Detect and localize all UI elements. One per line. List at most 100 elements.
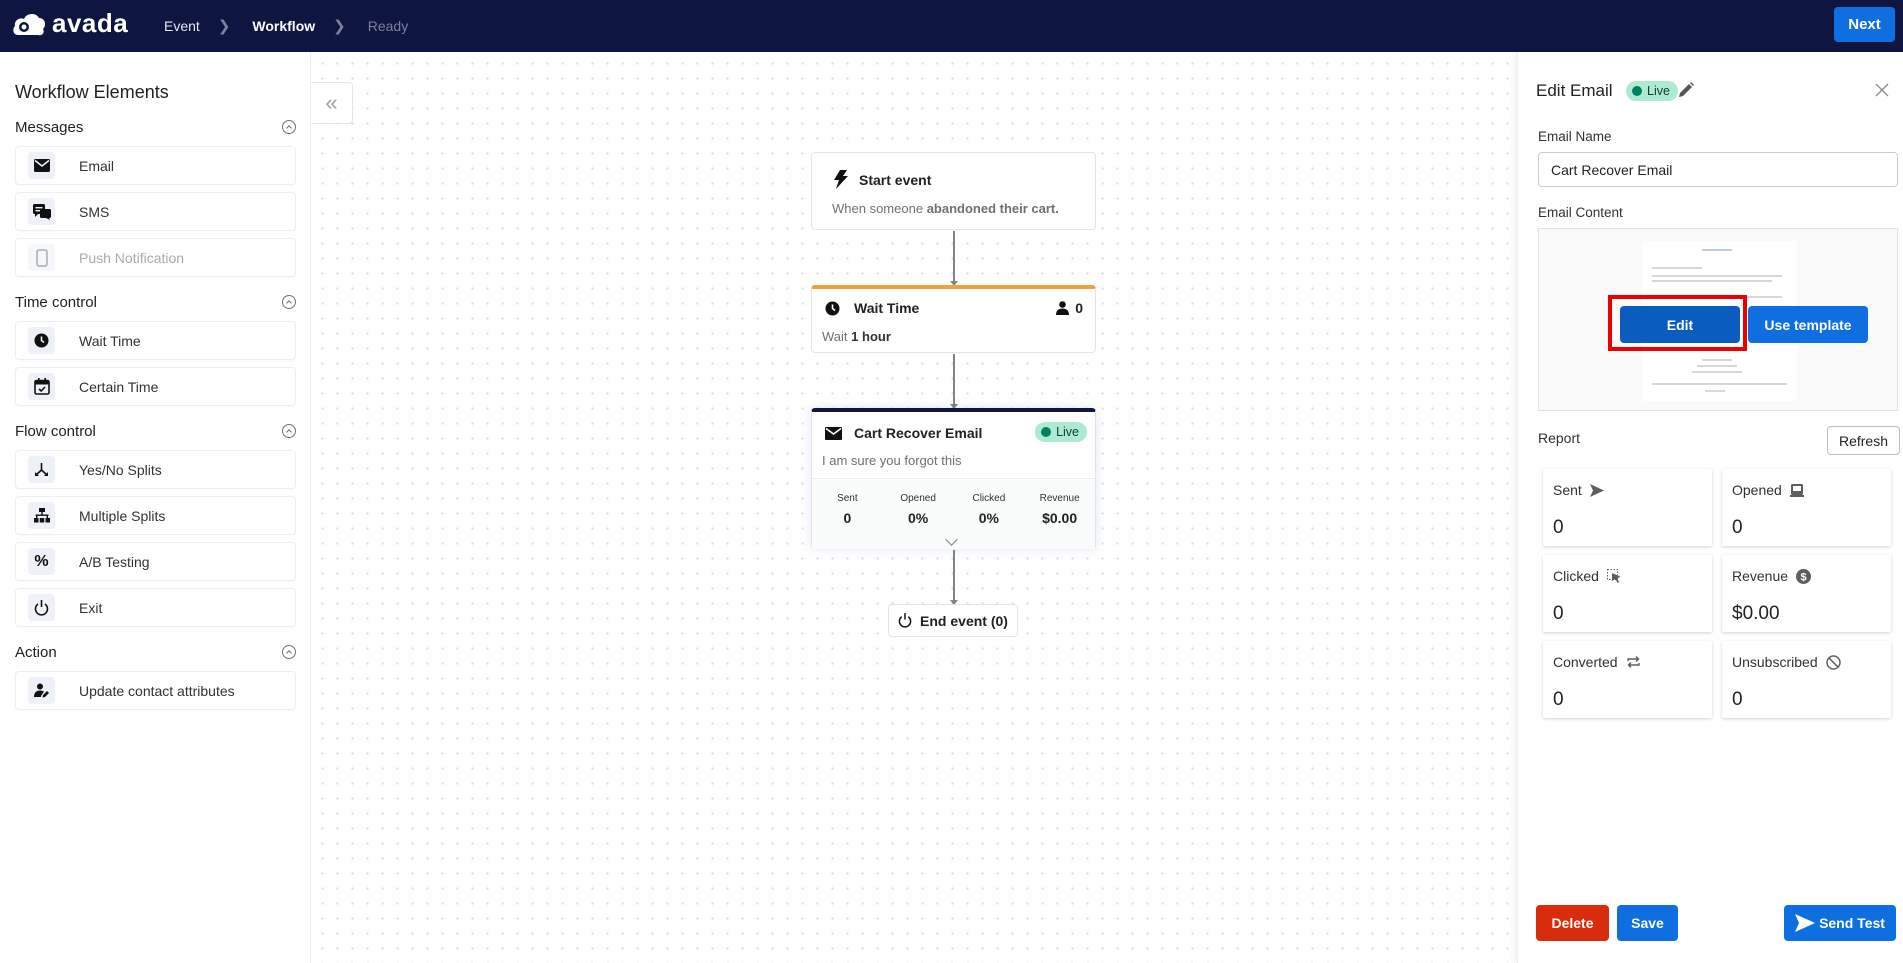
report-cards: Sent 0 Opened 0 Clicked 0 Revenue $ $0.0… [1543, 469, 1900, 718]
collapse-section-icon[interactable] [282, 645, 296, 659]
report-label: Report [1538, 430, 1581, 446]
sidebar-item-sms[interactable]: SMS [15, 192, 296, 231]
use-template-button[interactable]: Use template [1748, 306, 1868, 343]
stat-sent: Sent 0 [837, 493, 858, 526]
close-icon[interactable] [1875, 83, 1889, 97]
section-time-control: Time control Wait Time Certain Time [15, 290, 296, 406]
edit-email-panel: Edit Email Live Email Name Email Content… [1517, 52, 1903, 963]
sidebar-item-update-contact-attributes[interactable]: Update contact attributes [15, 671, 296, 710]
avada-logo-icon [13, 13, 46, 35]
power-icon [898, 613, 912, 628]
wait-time-node[interactable]: Wait Time 0 Wait 1 hour [811, 285, 1096, 353]
mobile-icon [28, 244, 55, 271]
email-content-label: Email Content [1538, 205, 1623, 220]
workflow-elements-sidebar: Workflow Elements Messages Email SMS Pus… [0, 52, 311, 963]
section-flow-control: Flow control Yes/No Splits Multiple Spli… [15, 419, 296, 627]
status-badge: Live [1626, 81, 1678, 101]
send-icon [1589, 483, 1604, 497]
email-name-label: Email Name [1538, 129, 1612, 144]
split-icon [28, 456, 55, 483]
section-title: Time control [15, 293, 97, 311]
sidebar-item-ab-testing[interactable]: % A/B Testing [15, 542, 296, 581]
double-chevron-left-icon: « [325, 90, 338, 115]
brand-logo[interactable]: avada [12, 8, 128, 39]
ban-icon [1825, 654, 1841, 670]
email-name-input[interactable] [1538, 152, 1898, 187]
breadcrumb-event[interactable]: Event [164, 18, 200, 34]
section-title: Flow control [15, 422, 96, 440]
delete-button[interactable]: Delete [1536, 905, 1609, 941]
report-card-revenue: Revenue $ $0.00 [1722, 555, 1891, 632]
next-button[interactable]: Next [1834, 7, 1895, 42]
breadcrumb-ready: Ready [367, 18, 409, 34]
dollar-circle-icon: $ [1796, 568, 1812, 584]
section-messages: Messages Email SMS Push Notification [15, 115, 296, 277]
email-subject: I am sure you forgot this [822, 453, 962, 468]
status-badge: Live [1035, 422, 1087, 442]
section-title: Messages [15, 118, 84, 136]
email-content-preview: Edit Use template [1538, 228, 1898, 411]
sidebar-item-yes-no-splits[interactable]: Yes/No Splits [15, 450, 296, 489]
report-card-clicked: Clicked 0 [1543, 555, 1712, 632]
sidebar-title: Workflow Elements [15, 82, 169, 102]
brand-name: avada [52, 8, 129, 38]
percent-icon: % [28, 548, 55, 575]
status-dot-icon [1632, 86, 1642, 96]
email-stats: Sent 0 Opened 0% Clicked 0% Revenue $0.00 [812, 478, 1095, 549]
repeat-icon [1626, 656, 1640, 668]
sidebar-item-email[interactable]: Email [15, 146, 296, 185]
node-title: Start event [859, 171, 932, 188]
stat-clicked: Clicked 0% [972, 493, 1006, 526]
hierarchy-icon [28, 502, 55, 529]
svg-text:$: $ [1800, 571, 1806, 583]
envelope-icon [825, 426, 842, 440]
panel-title: Edit Email [1536, 81, 1613, 100]
sidebar-item-certain-time[interactable]: Certain Time [15, 367, 296, 406]
connector-line [950, 550, 958, 605]
report-card-sent: Sent 0 [1543, 469, 1712, 546]
stat-revenue: Revenue $0.00 [1039, 493, 1080, 526]
send-test-button[interactable]: Send Test [1784, 905, 1896, 941]
contact-count: 0 [1075, 300, 1083, 316]
collapse-sidebar-button[interactable]: « [311, 82, 353, 124]
connector-line [950, 354, 958, 409]
clock-icon [28, 327, 55, 354]
stat-opened: Opened 0% [900, 493, 936, 526]
clock-icon [825, 301, 840, 315]
chat-icon [28, 198, 55, 225]
chevron-right-icon: ❯ [217, 18, 231, 35]
sidebar-item-wait-time[interactable]: Wait Time [15, 321, 296, 360]
chevron-right-icon: ❯ [333, 18, 346, 35]
status-dot-icon [1041, 427, 1052, 437]
sidebar-item-push-notification: Push Notification [15, 238, 296, 277]
node-title: Wait Time [854, 300, 920, 316]
connector-line [950, 231, 958, 286]
refresh-button[interactable]: Refresh [1827, 426, 1900, 455]
cursor-select-icon [1606, 569, 1621, 583]
collapse-section-icon[interactable] [282, 295, 296, 309]
pencil-icon[interactable] [1678, 82, 1694, 98]
end-event-node[interactable]: End event (0) [888, 604, 1018, 637]
calendar-check-icon [28, 373, 55, 400]
node-title: Cart Recover Email [854, 425, 983, 441]
report-card-converted: Converted 0 [1543, 641, 1712, 718]
send-icon [1795, 914, 1816, 932]
report-card-unsubscribed: Unsubscribed 0 [1722, 641, 1891, 718]
save-button[interactable]: Save [1617, 905, 1678, 941]
report-card-opened: Opened 0 [1722, 469, 1891, 546]
email-node[interactable]: Cart Recover Email Live I am sure you fo… [811, 408, 1096, 549]
collapse-section-icon[interactable] [282, 424, 296, 438]
lightning-icon [834, 170, 848, 189]
breadcrumb-workflow[interactable]: Workflow [252, 18, 315, 34]
inbox-icon [1789, 483, 1804, 497]
section-action: Action Update contact attributes [15, 640, 296, 710]
collapse-section-icon[interactable] [282, 120, 296, 134]
sidebar-item-multiple-splits[interactable]: Multiple Splits [15, 496, 296, 535]
edit-email-button[interactable]: Edit [1620, 306, 1740, 343]
user-edit-icon [28, 677, 55, 704]
top-bar: avada Event ❯ Workflow ❯ Ready Next [0, 0, 1903, 52]
envelope-icon [28, 152, 55, 179]
start-event-node[interactable]: Start event When someone abandoned their… [811, 152, 1096, 230]
user-icon [1056, 301, 1070, 315]
sidebar-item-exit[interactable]: Exit [15, 588, 296, 627]
